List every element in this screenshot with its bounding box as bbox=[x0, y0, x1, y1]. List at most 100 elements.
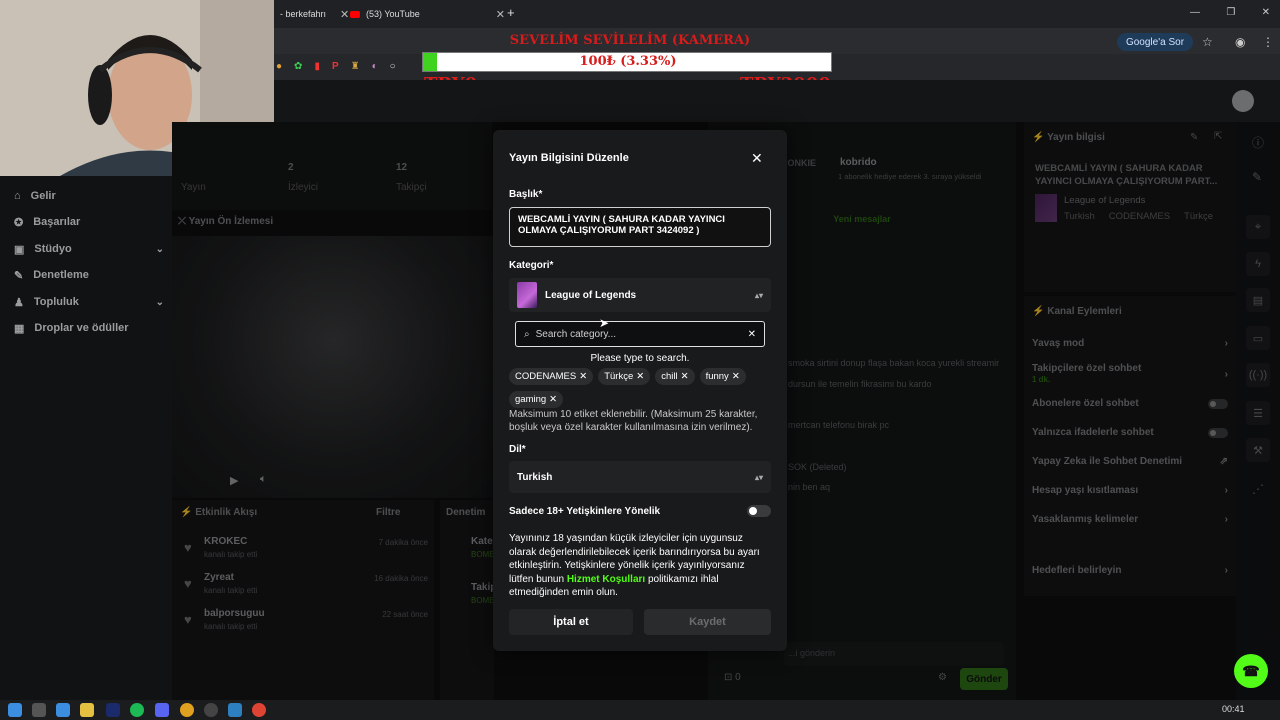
category-search-input[interactable]: ⌕ Search category... ✕ bbox=[515, 321, 765, 347]
tab-label: (53) YouTube bbox=[366, 9, 420, 19]
sidebar-item-droplar[interactable]: ▦ Droplar ve ödüller bbox=[14, 315, 164, 341]
edge-icon[interactable] bbox=[56, 703, 70, 717]
clear-icon[interactable]: ✕ bbox=[748, 329, 756, 340]
remove-tag-icon[interactable]: ✕ bbox=[732, 371, 740, 382]
bookmark-icon[interactable]: ✿ bbox=[294, 61, 302, 72]
tag-chip: funny ✕ bbox=[699, 368, 746, 385]
sidebar-item-label: Denetleme bbox=[33, 269, 89, 281]
modal-title: Yayın Bilgisini Düzenle bbox=[509, 152, 629, 164]
close-icon[interactable]: ✕ bbox=[751, 150, 763, 167]
remove-tag-icon[interactable]: ✕ bbox=[549, 394, 557, 405]
category-thumbnail bbox=[517, 282, 537, 308]
discord-icon[interactable] bbox=[155, 703, 169, 717]
dashboard-header bbox=[274, 80, 1280, 122]
sidebar-item-gelir[interactable]: ⌂ Gelir bbox=[14, 183, 164, 209]
help-chat-button[interactable]: ☎ bbox=[1234, 654, 1268, 688]
medal-icon: ✪ bbox=[14, 216, 24, 229]
start-icon[interactable] bbox=[8, 703, 22, 717]
adult-only-info: Yayınınız 18 yaşından küçük izleyiciler … bbox=[509, 533, 760, 598]
bank-icon: ⌂ bbox=[14, 190, 21, 202]
goal-progress-text: 100₺ (3.33%) bbox=[579, 54, 677, 69]
obs-icon[interactable] bbox=[204, 703, 218, 717]
bookmark-icons: ● ✿ ▮ P ♜ ◐ ○ bbox=[276, 61, 396, 72]
studio-icon: ▣ bbox=[14, 243, 25, 256]
search-hint: Please type to search. bbox=[590, 353, 690, 364]
sidebar-item-label: Stüdyo bbox=[34, 243, 72, 255]
adult-only-label: Sadece 18+ Yetişkinlere Yönelik bbox=[509, 505, 661, 517]
sidebar-item-denetleme[interactable]: ✎ Denetleme bbox=[14, 262, 164, 288]
category-label: Kategori* bbox=[509, 260, 554, 271]
tab-berkefahri[interactable]: - berkefahrı ✕ bbox=[280, 4, 349, 24]
edit-stream-info-modal: Yayın Bilgisini Düzenle ✕ Başlık* WEBCAM… bbox=[493, 130, 787, 651]
new-tab-button[interactable]: + bbox=[507, 5, 515, 20]
save-button[interactable]: Kaydet bbox=[644, 609, 771, 635]
chevron-down-icon: ⌄ bbox=[155, 296, 164, 308]
youtube-icon bbox=[350, 10, 360, 18]
tag-limit-note: Maksimum 10 etiket eklenebilir. (Maksimu… bbox=[509, 409, 758, 433]
language-select[interactable]: Turkish ▴▾ bbox=[509, 461, 771, 493]
remove-tag-icon[interactable]: ✕ bbox=[681, 371, 689, 382]
gift-icon: ▦ bbox=[14, 322, 25, 335]
sidebar-item-basarilar[interactable]: ✪ Başarılar bbox=[14, 209, 164, 235]
terms-link[interactable]: Hizmet Koşulları bbox=[567, 574, 645, 585]
profile-icon[interactable]: ◉ bbox=[1235, 35, 1245, 49]
google-ask-button[interactable]: Google'a Sor bbox=[1117, 33, 1193, 51]
taskview-icon[interactable] bbox=[32, 703, 46, 717]
tag-chip: CODENAMES ✕ bbox=[509, 368, 594, 385]
close-window-icon[interactable]: ✕ bbox=[1262, 7, 1270, 18]
people-icon: ♟ bbox=[14, 296, 24, 309]
tab-close-icon[interactable]: ✕ bbox=[496, 8, 505, 21]
sidebar-item-studyo[interactable]: ▣ Stüdyo ⌄ bbox=[14, 236, 164, 262]
sidebar-item-label: Gelir bbox=[30, 190, 56, 202]
goal-progress-bar: 100₺ (3.33%) bbox=[422, 52, 832, 72]
star-icon[interactable]: ☆ bbox=[1202, 35, 1213, 49]
bookmark-icon[interactable]: ◐ bbox=[372, 61, 378, 72]
bookmark-icon[interactable]: ○ bbox=[390, 61, 396, 72]
tab-youtube[interactable]: (53) YouTube ✕ bbox=[350, 4, 505, 24]
premiere-icon[interactable] bbox=[106, 703, 120, 717]
tag-list: CODENAMES ✕ Türkçe ✕ chill ✕ funny ✕ gaming ✕ bbox=[509, 368, 771, 408]
clock: 00:41 bbox=[1222, 704, 1245, 714]
sidebar-item-label: Droplar ve ödüller bbox=[34, 322, 129, 334]
remove-tag-icon[interactable]: ✕ bbox=[579, 371, 587, 382]
tab-label: - berkefahrı bbox=[280, 9, 327, 19]
chevron-down-icon: ⌄ bbox=[155, 243, 164, 255]
category-value: League of Legends bbox=[545, 289, 637, 301]
title-label: Başlık* bbox=[509, 189, 543, 200]
folder-icon[interactable] bbox=[80, 703, 94, 717]
tab-close-icon[interactable]: ✕ bbox=[340, 8, 349, 21]
sidebar-item-topluluk[interactable]: ♟ Topluluk ⌄ bbox=[14, 289, 164, 315]
tag-chip: gaming ✕ bbox=[509, 391, 564, 408]
avatar[interactable] bbox=[1232, 90, 1254, 112]
app-icon[interactable] bbox=[228, 703, 242, 717]
overlay-goal-title: SEVELİM SEVİLELİM (KAMERA) bbox=[509, 33, 751, 48]
bookmark-icon[interactable]: ▮ bbox=[314, 61, 320, 72]
language-label: Dil* bbox=[509, 444, 526, 455]
sidebar: ⌂ Gelir ✪ Başarılar ▣ Stüdyo ⌄ ✎ Denetleme ♟ T… bbox=[0, 176, 172, 700]
language-value: Turkish bbox=[517, 471, 553, 483]
stream-title-input[interactable]: WEBCAMLİ YAYIN ( SAHURA KADAR YAYINCI OL… bbox=[509, 207, 771, 247]
window-controls: — ❐ ✕ bbox=[1190, 7, 1270, 18]
adult-only-row: Sadece 18+ Yetişkinlere Yönelik bbox=[509, 505, 771, 517]
category-select[interactable]: League of Legends ▴▾ bbox=[509, 278, 771, 312]
updown-icon: ▴▾ bbox=[754, 290, 763, 300]
spotify-icon[interactable] bbox=[130, 703, 144, 717]
sidebar-item-label: Başarılar bbox=[33, 216, 81, 228]
bookmark-icon[interactable]: P bbox=[332, 61, 339, 72]
search-icon: ⌕ bbox=[524, 328, 530, 340]
updown-icon: ▴▾ bbox=[754, 472, 763, 482]
remove-tag-icon[interactable]: ✕ bbox=[636, 371, 644, 382]
adult-only-toggle[interactable] bbox=[747, 505, 771, 517]
restore-icon[interactable]: ❐ bbox=[1226, 7, 1235, 18]
menu-icon[interactable]: ⋮ bbox=[1262, 35, 1274, 49]
chrome-icon[interactable] bbox=[180, 703, 194, 717]
tag-chip: Türkçe ✕ bbox=[598, 368, 651, 385]
os-taskbar: 00:41 bbox=[0, 700, 1280, 720]
sidebar-item-label: Topluluk bbox=[33, 296, 79, 308]
record-icon[interactable] bbox=[252, 703, 266, 717]
bookmark-icon[interactable]: ♜ bbox=[351, 61, 360, 72]
cancel-button[interactable]: İptal et bbox=[509, 609, 633, 635]
bookmark-icon[interactable]: ● bbox=[276, 61, 282, 72]
mouse-cursor: ➤ bbox=[599, 316, 610, 330]
minimize-icon[interactable]: — bbox=[1190, 7, 1200, 18]
